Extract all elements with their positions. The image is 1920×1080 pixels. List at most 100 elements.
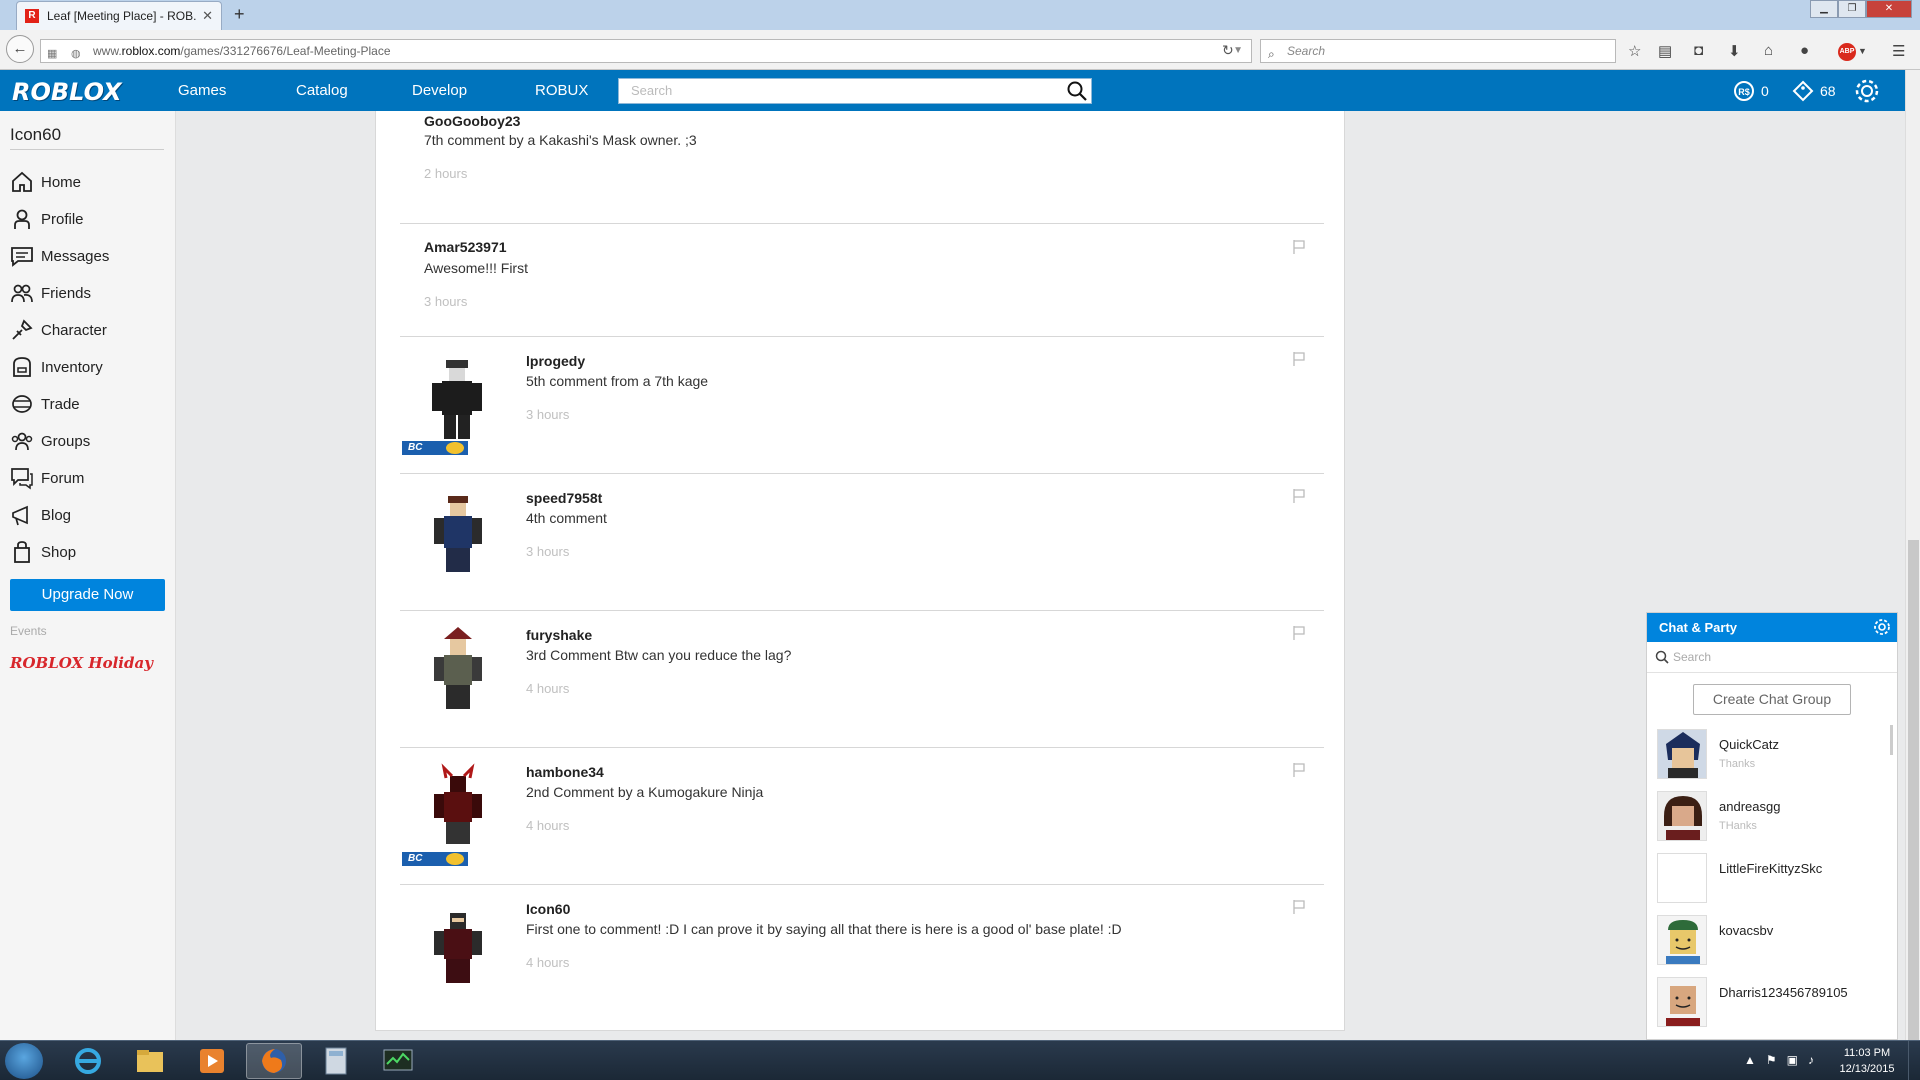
task-manager-icon[interactable] xyxy=(370,1043,426,1079)
comment-time: 3 hours xyxy=(526,407,570,422)
sidebar-item-character[interactable]: Character xyxy=(10,315,107,345)
sidebar-username[interactable]: Icon60 xyxy=(10,125,61,145)
url-bar[interactable]: ▦ ◍ www.roblox.com/games/331276676/Leaf-… xyxy=(40,39,1252,63)
sidebar-item-trade[interactable]: Trade xyxy=(10,389,80,419)
groups-icon xyxy=(11,432,33,451)
chat-friend-item[interactable]: LittleFireKittyzSkc xyxy=(1657,853,1887,903)
settings-gear-icon[interactable] xyxy=(1854,78,1880,104)
close-tab-icon[interactable]: ✕ xyxy=(202,8,213,24)
firefox-icon[interactable] xyxy=(246,1043,302,1079)
chat-header[interactable]: Chat & Party xyxy=(1647,613,1897,642)
tix-balance[interactable]: 68 xyxy=(1792,80,1836,102)
chevron-down-icon[interactable]: ▼ xyxy=(1858,46,1867,56)
robux-count: 0 xyxy=(1761,83,1769,99)
comment-avatar[interactable] xyxy=(400,899,510,1009)
chat-settings-icon[interactable] xyxy=(1873,618,1891,636)
minimize-button[interactable]: ▁ xyxy=(1810,0,1838,18)
sidebar-item-forum[interactable]: Forum xyxy=(10,463,84,493)
nav-develop[interactable]: Develop xyxy=(412,82,467,99)
back-button[interactable]: ← xyxy=(6,35,34,63)
comment-item: speed7958t 4th comment 3 hours xyxy=(400,474,1324,611)
reading-list-icon[interactable]: ▤ xyxy=(1658,42,1672,60)
comment-username[interactable]: speed7958t xyxy=(526,490,602,506)
browser-search-input[interactable]: ⌕ Search xyxy=(1260,39,1616,63)
sidebar-item-friends[interactable]: Friends xyxy=(10,278,91,308)
reload-icon[interactable]: ↻ xyxy=(1222,42,1234,59)
roblox-holiday-banner[interactable]: ROBLOX Holiday xyxy=(10,654,153,672)
comment-avatar[interactable]: BC xyxy=(400,351,510,461)
report-flag-icon[interactable] xyxy=(1292,239,1306,255)
browser-search-placeholder: Search xyxy=(1287,44,1326,58)
comment-avatar[interactable]: BC xyxy=(400,762,510,872)
browser-tab[interactable]: R Leaf [Meeting Place] - ROB... ✕ xyxy=(16,1,222,30)
sidebar-item-shop[interactable]: Shop xyxy=(10,537,76,567)
action-center-flag-icon[interactable]: ⚑ xyxy=(1766,1053,1777,1067)
comment-username[interactable]: Amar523971 xyxy=(424,239,507,255)
sidebar-item-profile[interactable]: Profile xyxy=(10,204,84,234)
builders-club-badge: BC xyxy=(402,441,468,455)
volume-icon[interactable]: ♪ xyxy=(1808,1053,1814,1067)
download-icon[interactable]: ⬇ xyxy=(1728,42,1741,60)
report-flag-icon[interactable] xyxy=(1292,488,1306,504)
create-chat-group-button[interactable]: Create Chat Group xyxy=(1693,684,1851,715)
close-window-button[interactable]: ✕ xyxy=(1866,0,1912,18)
report-flag-icon[interactable] xyxy=(1292,351,1306,367)
comment-username[interactable]: GooGooboy23 xyxy=(424,113,520,129)
chat-scrollbar[interactable] xyxy=(1890,725,1893,755)
comment-time: 3 hours xyxy=(526,544,570,559)
bookmark-star-icon[interactable]: ☆ xyxy=(1628,42,1641,60)
sidebar-item-blog[interactable]: Blog xyxy=(10,500,71,530)
taskbar-clock[interactable]: 11:03 PM 12/13/2015 xyxy=(1832,1045,1902,1077)
new-tab-button[interactable]: + xyxy=(234,4,245,25)
comment-username[interactable]: hambone34 xyxy=(526,764,604,780)
blog-icon xyxy=(12,505,28,526)
sidebar-item-messages[interactable]: Messages xyxy=(10,241,109,271)
roblox-logo[interactable]: ROBLOX xyxy=(12,78,122,106)
file-explorer-icon[interactable] xyxy=(122,1043,178,1079)
menu-hamburger-icon[interactable]: ☰ xyxy=(1892,42,1905,60)
page-scrollbar-thumb[interactable] xyxy=(1908,540,1919,1040)
comment-avatar[interactable] xyxy=(400,488,510,598)
url-dropdown-icon[interactable]: ▼ xyxy=(1233,40,1243,62)
nav-catalog[interactable]: Catalog xyxy=(296,82,348,99)
report-flag-icon[interactable] xyxy=(1292,625,1306,641)
start-button[interactable] xyxy=(5,1043,43,1079)
comment-username[interactable]: Icon60 xyxy=(526,901,570,917)
chat-bubble-icon[interactable]: ● xyxy=(1800,42,1809,59)
sidebar-item-inventory[interactable]: Inventory xyxy=(10,352,103,382)
comment-username[interactable]: furyshake xyxy=(526,627,592,643)
page-scrollbar[interactable] xyxy=(1905,70,1920,1040)
adblock-plus-icon[interactable]: ABP xyxy=(1838,43,1856,61)
network-icon[interactable]: ▣ xyxy=(1787,1053,1798,1067)
comment-username[interactable]: lprogedy xyxy=(526,353,585,369)
chat-search-input[interactable]: Search xyxy=(1647,642,1897,673)
report-flag-icon[interactable] xyxy=(1292,762,1306,778)
nav-games[interactable]: Games xyxy=(178,82,226,99)
tray-arrow-icon[interactable]: ▲ xyxy=(1744,1053,1756,1067)
site-search-input[interactable]: Search xyxy=(618,78,1092,104)
search-icon[interactable] xyxy=(1067,81,1087,101)
upgrade-now-button[interactable]: Upgrade Now xyxy=(10,579,165,611)
show-desktop-button[interactable] xyxy=(1908,1041,1920,1080)
chat-friend-item[interactable]: QuickCatz Thanks xyxy=(1657,729,1887,779)
chat-friend-item[interactable]: andreasgg THanks xyxy=(1657,791,1887,841)
pocket-icon[interactable]: ◘ xyxy=(1694,42,1703,59)
home-browser-icon[interactable]: ⌂ xyxy=(1764,42,1773,59)
chat-friend-item[interactable]: Dharris123456789105 xyxy=(1657,977,1887,1027)
comment-avatar[interactable] xyxy=(400,625,510,735)
chat-friend-item[interactable]: kovacsbv xyxy=(1657,915,1887,965)
left-sidebar: Icon60 Home Profile Messages Friends Cha… xyxy=(0,111,176,1040)
nav-robux[interactable]: ROBUX xyxy=(535,82,588,99)
report-flag-icon[interactable] xyxy=(1292,899,1306,915)
comment-text: 4th comment xyxy=(526,510,607,526)
avatar-image xyxy=(434,627,482,709)
internet-explorer-icon[interactable] xyxy=(60,1043,116,1079)
robux-balance[interactable]: R$ 0 xyxy=(1733,80,1769,102)
maximize-button[interactable]: ❐ xyxy=(1838,0,1866,18)
sidebar-item-home[interactable]: Home xyxy=(10,167,81,197)
sidebar-item-groups[interactable]: Groups xyxy=(10,426,90,456)
calculator-icon[interactable] xyxy=(308,1043,364,1079)
comment-text: 2nd Comment by a Kumogakure Ninja xyxy=(526,784,764,800)
media-player-icon[interactable] xyxy=(184,1043,240,1079)
roblox-favicon-icon: R xyxy=(25,9,39,23)
